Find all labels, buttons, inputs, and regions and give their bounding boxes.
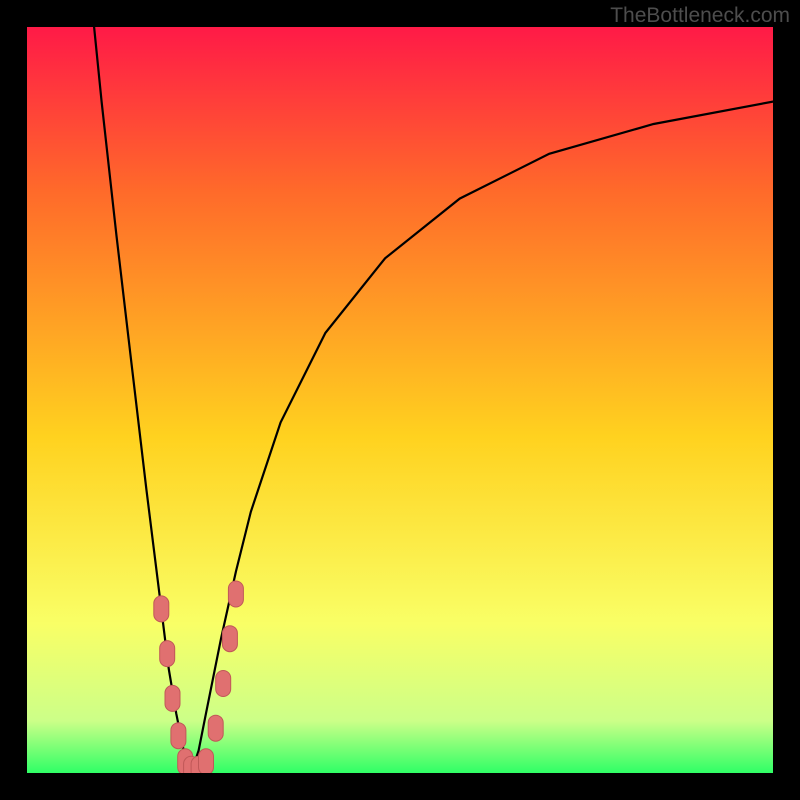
plot-area — [27, 27, 773, 773]
watermark-text: TheBottleneck.com — [610, 4, 790, 28]
marker — [154, 596, 169, 622]
marker — [216, 671, 231, 697]
chart-svg — [27, 27, 773, 773]
chart-frame: TheBottleneck.com — [0, 0, 800, 800]
marker — [208, 715, 223, 741]
marker — [165, 685, 180, 711]
marker — [199, 749, 214, 773]
marker — [171, 723, 186, 749]
gradient-bg — [27, 27, 773, 773]
marker — [228, 581, 243, 607]
marker — [222, 626, 237, 652]
marker — [160, 641, 175, 667]
